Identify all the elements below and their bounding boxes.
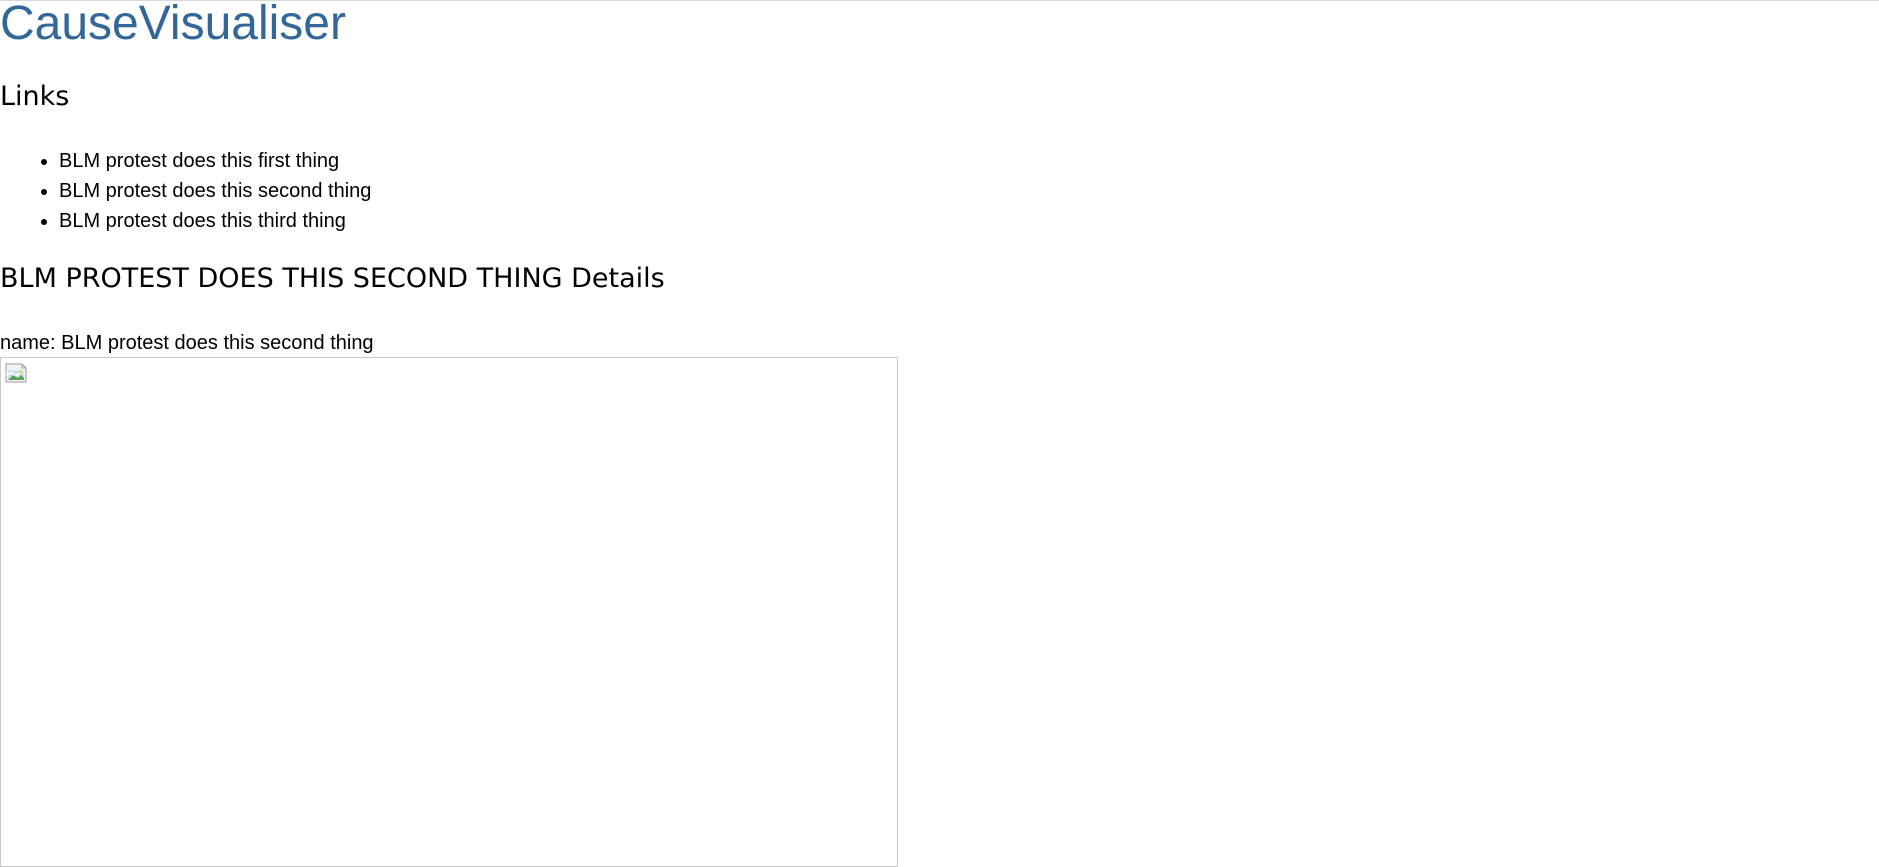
app-title: CauseVisualiser <box>0 0 346 50</box>
link-item-first[interactable]: BLM protest does this first thing <box>59 146 371 176</box>
name-row: name: BLM protest does this second thing <box>0 330 374 356</box>
details-image <box>0 357 898 867</box>
name-label: name: <box>0 332 56 354</box>
links-list: BLM protest does this first thing BLM pr… <box>0 146 371 236</box>
broken-image-icon <box>5 363 27 383</box>
details-heading: BLM PROTEST DOES THIS SECOND THING Detai… <box>0 263 665 294</box>
link-item-third[interactable]: BLM protest does this third thing <box>59 206 371 236</box>
name-value: BLM protest does this second thing <box>61 332 374 354</box>
links-heading: Links <box>0 81 70 112</box>
link-item-second[interactable]: BLM protest does this second thing <box>59 176 371 206</box>
